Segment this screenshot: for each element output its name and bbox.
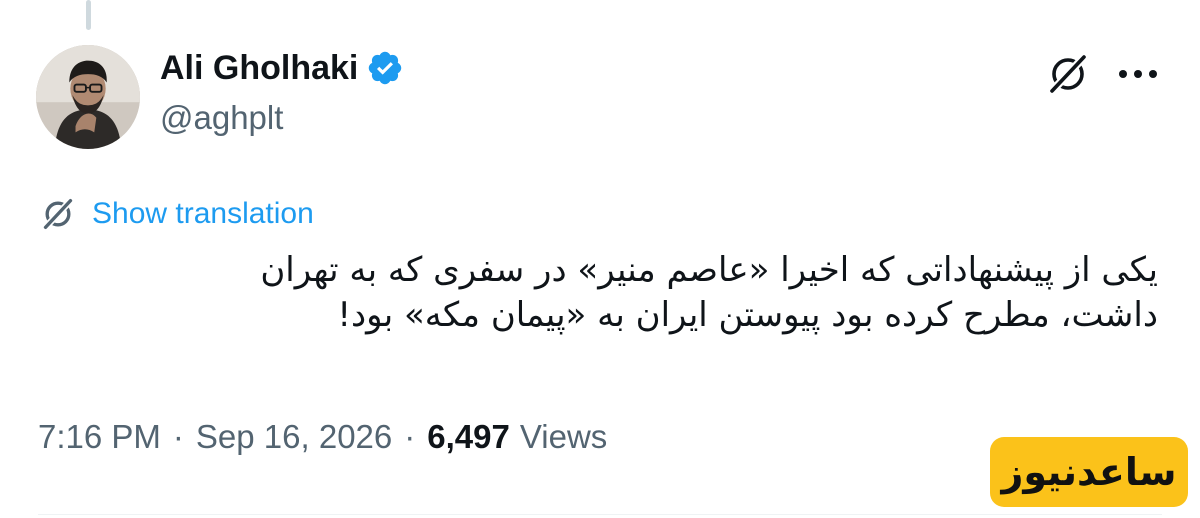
show-translation-link[interactable]: Show translation [38, 194, 314, 234]
avatar[interactable] [36, 45, 140, 149]
grok-button[interactable] [1040, 46, 1096, 102]
thread-connector-line [86, 0, 91, 30]
watermark-text: ساعدنیوز [1001, 450, 1177, 494]
author-handle[interactable]: @aghplt [160, 99, 404, 137]
tweet-card: Ali Gholhaki @aghplt Show translation یک… [0, 0, 1200, 518]
grok-icon [1048, 53, 1088, 95]
tweet-meta: 7:16 PM · Sep 16, 2026 · 6,497 Views [38, 418, 607, 456]
more-dots-icon [1119, 70, 1157, 78]
tweet-text-line-1: یکی از پیشنهاداتی که اخیرا «عاصم منیر» د… [260, 250, 1158, 290]
views-count[interactable]: 6,497 [427, 418, 510, 456]
name-row: Ali Gholhaki [160, 45, 404, 91]
divider [38, 514, 1162, 515]
tweet-time[interactable]: 7:16 PM [38, 418, 161, 456]
views-label[interactable]: Views [520, 418, 607, 456]
verified-badge-icon[interactable] [366, 49, 404, 87]
meta-separator: · [404, 418, 416, 455]
tweet-text: یکی از پیشنهاداتی که اخیرا «عاصم منیر» د… [40, 248, 1158, 338]
tweet-text-line-2: داشت، مطرح کرده بود پیوستن ایران به «پیم… [337, 295, 1158, 335]
author-display-name[interactable]: Ali Gholhaki [160, 49, 358, 88]
more-options-button[interactable] [1110, 46, 1166, 102]
watermark-logo: ساعدنیوز [990, 437, 1188, 507]
author-block: Ali Gholhaki @aghplt [160, 45, 404, 137]
tweet-date[interactable]: Sep 16, 2026 [196, 418, 392, 456]
grok-icon [38, 194, 78, 234]
profile-photo-icon [36, 45, 140, 149]
show-translation-label: Show translation [92, 197, 314, 230]
meta-separator: · [172, 418, 184, 455]
